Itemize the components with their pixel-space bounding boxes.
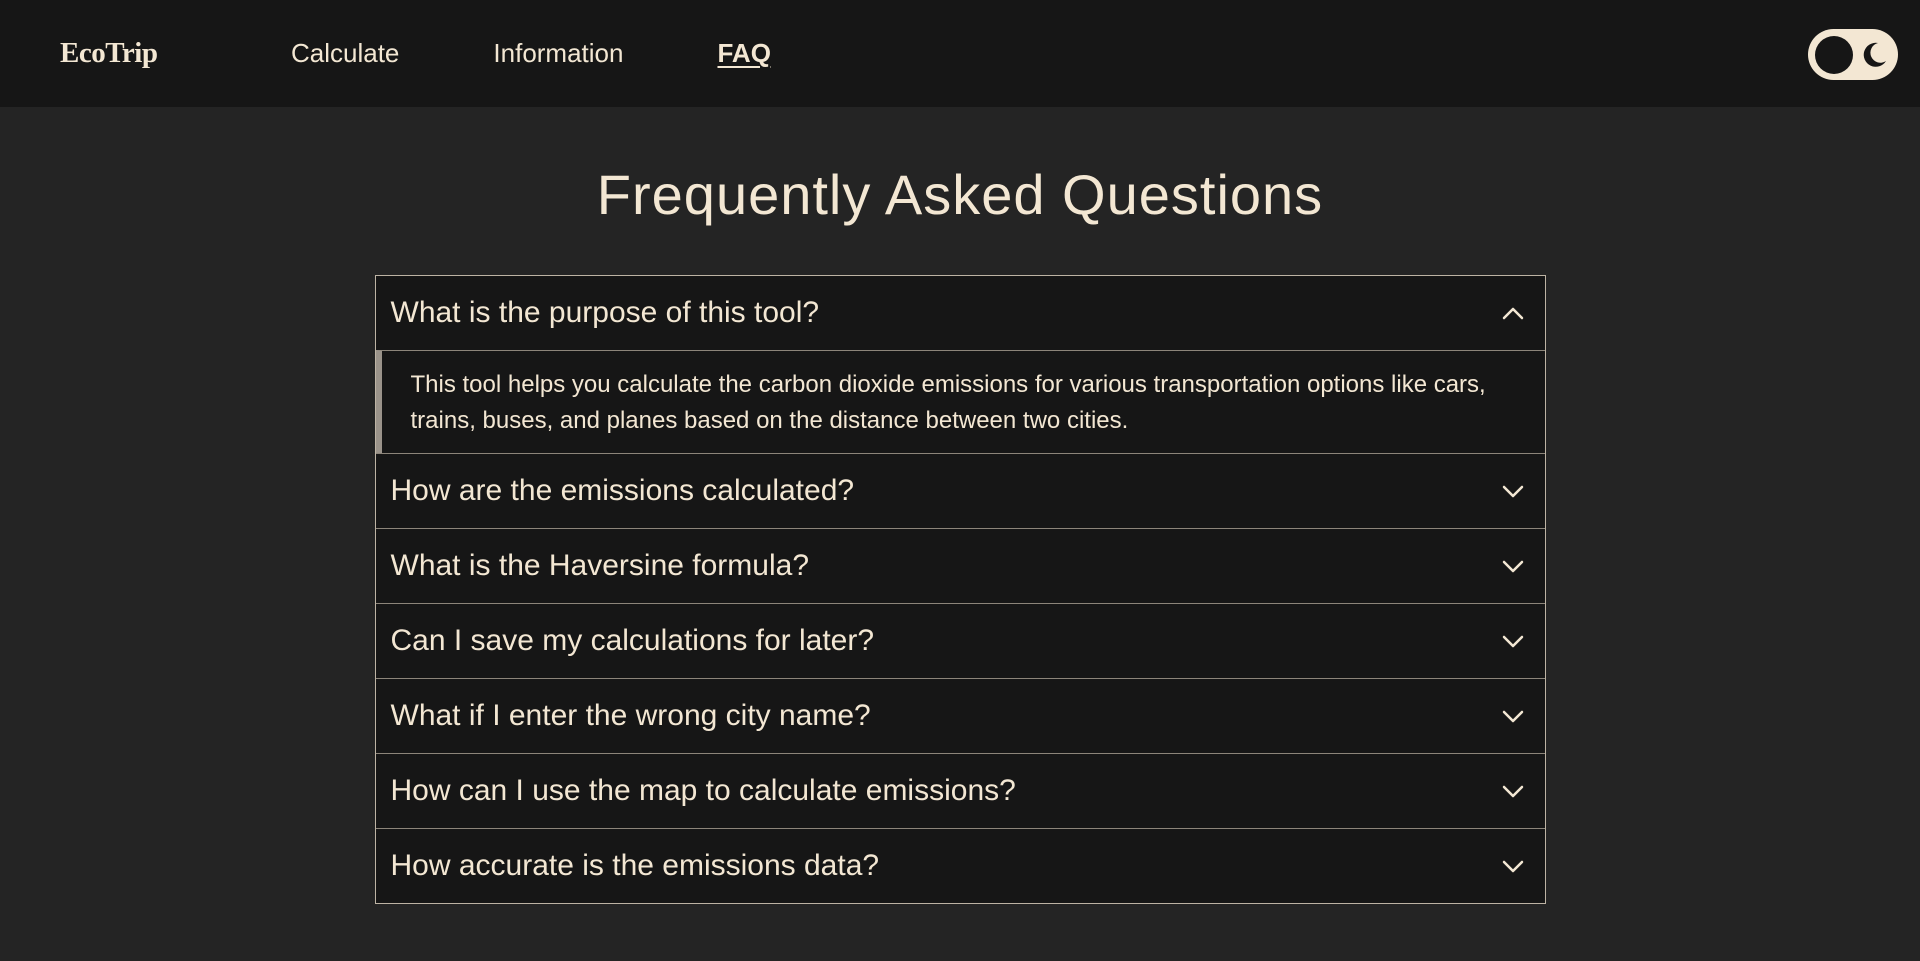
chevron-down-icon <box>1502 785 1523 798</box>
chevron-down-icon <box>1502 485 1523 498</box>
faq-question-text: What is the Haversine formula? <box>390 549 810 582</box>
faq-question-button[interactable]: What is the Haversine formula? <box>376 529 1545 603</box>
page-title: Frequently Asked Questions <box>596 163 1324 226</box>
faq-item: How can I use the map to calculate emiss… <box>375 754 1545 829</box>
moon-icon <box>1863 42 1886 67</box>
faq-item: What is the purpose of this tool? This t… <box>375 276 1545 454</box>
faq-item: How are the emissions calculated? <box>375 454 1545 529</box>
brand-logo[interactable]: EcoTrip <box>60 37 158 70</box>
faq-question-button[interactable]: How are the emissions calculated? <box>376 454 1545 528</box>
faq-item: What is the Haversine formula? <box>375 529 1545 604</box>
nav-link-information[interactable]: Information <box>493 38 623 69</box>
faq-question-text: What is the purpose of this tool? <box>390 296 820 329</box>
faq-answer: This tool helps you calculate the carbon… <box>375 350 1545 453</box>
chevron-down-icon <box>1502 710 1523 723</box>
faq-question-button[interactable]: Can I save my calculations for later? <box>376 604 1545 678</box>
faq-item: How accurate is the emissions data? <box>376 829 1545 903</box>
faq-question-button[interactable]: How accurate is the emissions data? <box>376 829 1545 903</box>
main-content: Frequently Asked Questions What is the p… <box>0 162 1920 904</box>
faq-question-text: How are the emissions calculated? <box>390 474 855 507</box>
toggle-knob <box>1815 36 1853 74</box>
faq-question-text: What if I enter the wrong city name? <box>390 699 871 732</box>
faq-question-button[interactable]: What if I enter the wrong city name? <box>376 679 1545 753</box>
nav-link-calculate[interactable]: Calculate <box>291 38 399 69</box>
faq-item: What if I enter the wrong city name? <box>375 679 1545 754</box>
navbar: EcoTrip Calculate Information FAQ <box>0 0 1920 107</box>
theme-toggle[interactable] <box>1808 29 1898 80</box>
faq-question-text: How accurate is the emissions data? <box>390 849 880 882</box>
nav-links: Calculate Information FAQ <box>291 38 771 69</box>
faq-item: Can I save my calculations for later? <box>375 604 1545 679</box>
faq-question-button[interactable]: How can I use the map to calculate emiss… <box>376 754 1545 828</box>
faq-accordion: What is the purpose of this tool? This t… <box>374 275 1546 904</box>
faq-question-text: Can I save my calculations for later? <box>390 624 875 657</box>
faq-question-text: How can I use the map to calculate emiss… <box>390 774 1016 807</box>
nav-link-faq[interactable]: FAQ <box>717 38 770 69</box>
faq-question-button[interactable]: What is the purpose of this tool? <box>376 276 1545 350</box>
chevron-down-icon <box>1502 560 1523 573</box>
chevron-up-icon <box>1502 307 1523 320</box>
chevron-down-icon <box>1502 635 1523 648</box>
chevron-down-icon <box>1502 860 1523 873</box>
